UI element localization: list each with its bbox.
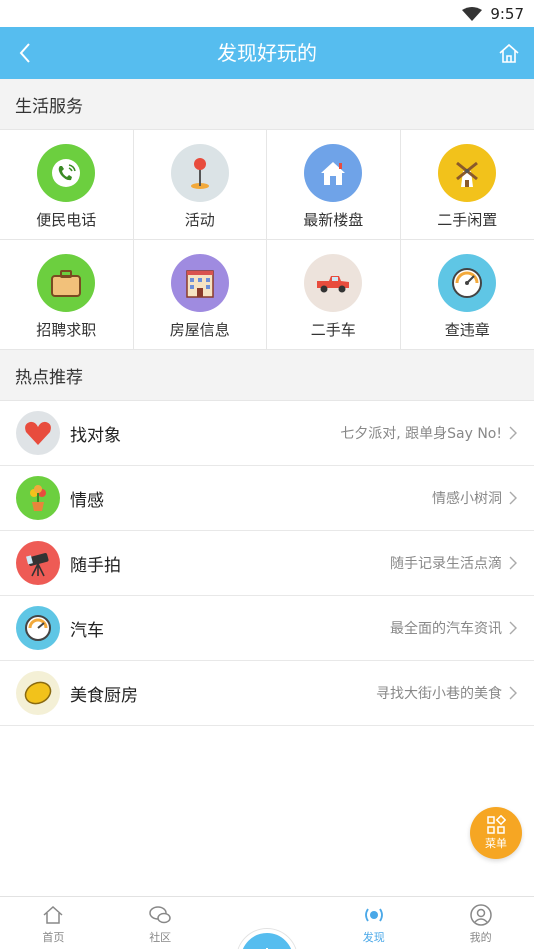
briefcase-icon <box>37 254 96 312</box>
wifi-icon <box>462 6 483 21</box>
top-header: 发现好玩的 <box>0 27 534 79</box>
hot-item-food[interactable]: 美食厨房 寻找大街小巷的美食 <box>0 661 534 726</box>
hot-item-desc: 寻找大街小巷的美食 <box>376 686 502 702</box>
hot-item-desc: 七夕派对, 跟单身Say No! <box>340 426 502 442</box>
phone-icon <box>37 144 96 202</box>
home-button[interactable] <box>484 27 534 79</box>
user-icon <box>469 904 492 926</box>
hot-item-name: 美食厨房 <box>70 685 138 706</box>
service-traffic-violations[interactable]: 查违章 <box>400 240 534 350</box>
grid-menu-icon <box>487 815 506 834</box>
hot-item-snapshot[interactable]: 随手拍 随手记录生活点滴 <box>0 531 534 596</box>
tab-label: 发现 <box>362 931 385 944</box>
service-activity[interactable]: 活动 <box>133 130 267 240</box>
home-icon <box>43 905 63 924</box>
service-label: 查违章 <box>444 321 490 339</box>
service-label: 房屋信息 <box>169 321 230 339</box>
hot-item-dating[interactable]: 找对象 七夕派对, 跟单身Say No! <box>0 401 534 466</box>
house-icon <box>304 144 363 202</box>
service-label: 便民电话 <box>36 211 97 229</box>
tab-label: 首页 <box>42 931 65 944</box>
hot-item-cars[interactable]: 汽车 最全面的汽车资讯 <box>0 596 534 661</box>
flower-pot-icon <box>16 476 60 520</box>
service-label: 最新楼盘 <box>303 211 364 229</box>
status-bar: 9:57 <box>0 0 534 27</box>
publish-plus-button[interactable] <box>236 929 297 949</box>
lemon-icon <box>16 671 60 715</box>
chevron-right-icon <box>509 426 517 440</box>
telescope-icon <box>16 541 60 585</box>
hot-item-desc: 最全面的汽车资讯 <box>390 621 502 637</box>
broadcast-icon <box>364 908 383 922</box>
map-pin-icon <box>170 144 229 202</box>
hot-item-name: 情感 <box>70 490 104 511</box>
service-housing-info[interactable]: 房屋信息 <box>133 240 267 350</box>
hot-item-emotion[interactable]: 情感 情感小树洞 <box>0 466 534 531</box>
chevron-left-icon <box>19 43 30 63</box>
service-second-hand[interactable]: 二手闲置 <box>400 130 534 240</box>
hot-item-name: 找对象 <box>70 425 121 446</box>
tab-discover[interactable]: 发现 <box>320 896 427 949</box>
hot-item-name: 随手拍 <box>70 555 121 576</box>
tab-community[interactable]: 社区 <box>107 896 214 949</box>
chat-icon <box>149 906 171 924</box>
back-button[interactable] <box>0 27 50 79</box>
tab-label: 社区 <box>149 931 172 944</box>
building-icon <box>170 254 229 312</box>
service-label: 活动 <box>184 211 215 229</box>
service-convenience-phone[interactable]: 便民电话 <box>0 130 134 240</box>
gauge-icon <box>16 606 60 650</box>
bottom-tab-bar: 首页 社区 发现 我的 <box>0 896 534 949</box>
hot-recommend-header: 热点推荐 <box>0 350 534 401</box>
status-time: 9:57 <box>490 4 524 23</box>
service-label: 二手闲置 <box>437 211 498 229</box>
service-new-homes[interactable]: 最新楼盘 <box>267 130 401 240</box>
hot-item-name: 汽车 <box>70 620 104 641</box>
chevron-right-icon <box>509 621 517 635</box>
pickup-truck-icon <box>304 254 363 312</box>
chevron-right-icon <box>509 491 517 505</box>
tab-home[interactable]: 首页 <box>0 896 107 949</box>
service-label: 招聘求职 <box>36 321 97 339</box>
service-jobs[interactable]: 招聘求职 <box>0 240 134 350</box>
menu-fab-label: 菜单 <box>485 837 507 850</box>
service-label: 二手车 <box>310 321 356 339</box>
chevron-right-icon <box>509 556 517 570</box>
home-icon <box>499 43 519 63</box>
life-services-grid: 便民电话 活动 最新楼盘 二手闲置 招聘求职 房屋信息 二手车 查违章 <box>0 130 534 350</box>
life-services-header: 生活服务 <box>0 79 534 130</box>
speedometer-icon <box>438 254 497 312</box>
menu-fab-button[interactable]: 菜单 <box>470 807 522 859</box>
hot-item-desc: 情感小树洞 <box>432 491 502 507</box>
service-used-cars[interactable]: 二手车 <box>267 240 401 350</box>
windmill-icon <box>438 144 497 202</box>
hot-item-desc: 随手记录生活点滴 <box>390 556 502 572</box>
heart-icon <box>16 411 60 455</box>
tab-mine[interactable]: 我的 <box>427 896 534 949</box>
page-title: 发现好玩的 <box>217 41 317 65</box>
tab-label: 我的 <box>469 931 492 944</box>
chevron-right-icon <box>509 686 517 700</box>
